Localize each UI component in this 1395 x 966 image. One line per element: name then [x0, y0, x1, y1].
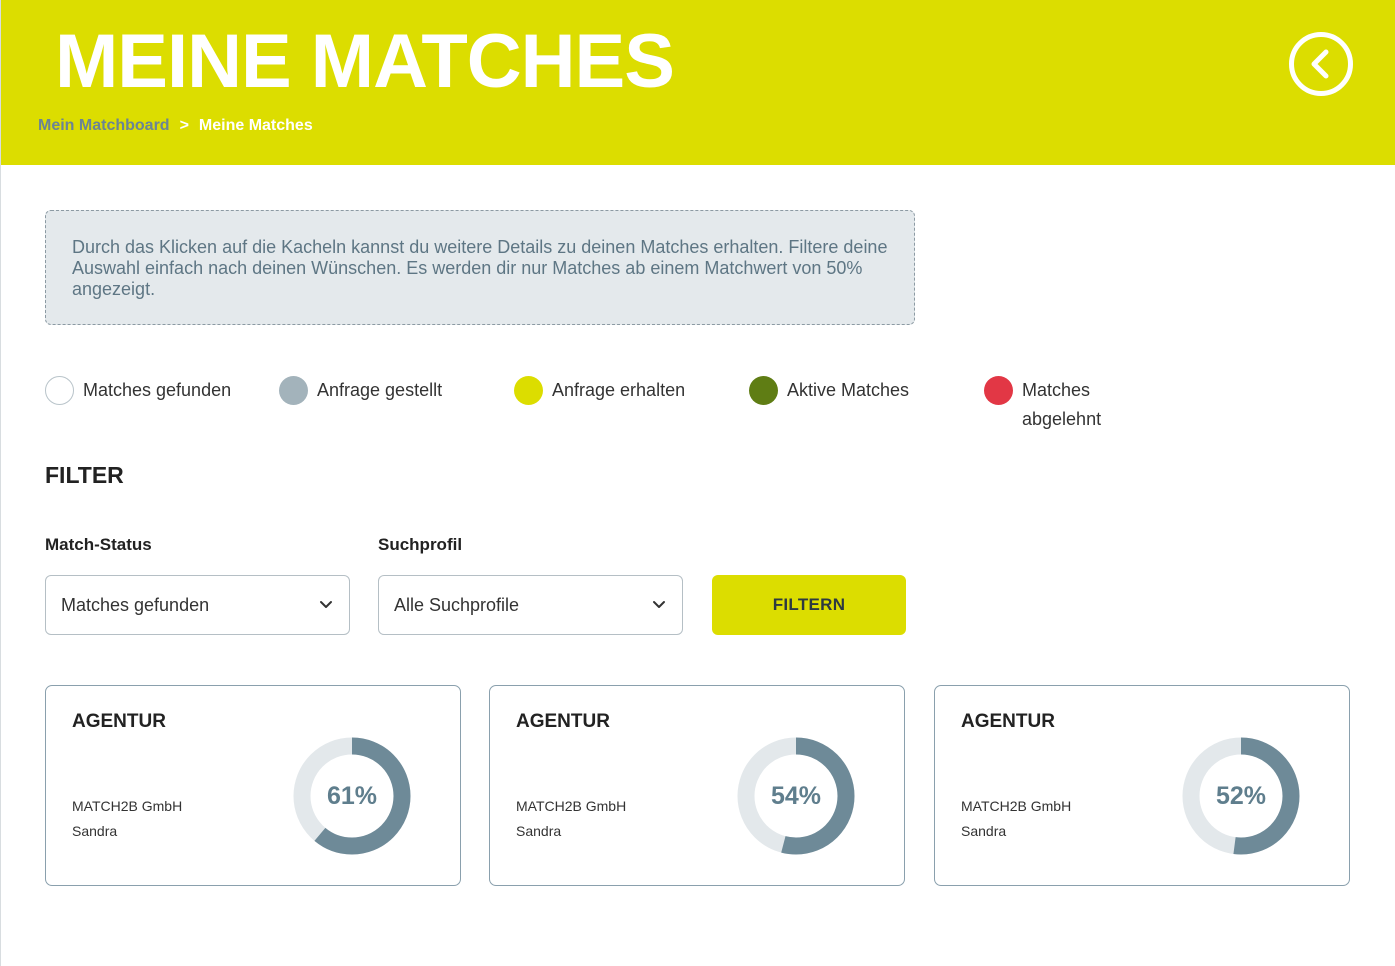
match-card[interactable]: AGENTUR MATCH2B GmbH Sandra 54% — [489, 685, 905, 886]
match-status-label: Match-Status — [45, 535, 152, 554]
legend-label: Anfrage gestellt — [317, 380, 443, 400]
status-dot-icon — [279, 376, 308, 405]
card-person: Sandra — [516, 823, 562, 839]
breadcrumb-link-matchboard[interactable]: Mein Matchboard — [38, 117, 170, 135]
info-text: Durch das Klicken auf die Kacheln kannst… — [72, 237, 888, 299]
status-dot-icon — [514, 376, 543, 405]
match-score-label: 52% — [1215, 781, 1267, 810]
chevron-left-icon — [1311, 49, 1329, 79]
legend-label: Matches gefunden — [83, 380, 232, 400]
status-dot-icon — [749, 376, 778, 405]
breadcrumb-current: Meine Matches — [198, 117, 313, 134]
legend-item-matches-gefunden: Matches gefunden — [45, 376, 231, 405]
legend-label: Matches abgelehnt — [1022, 380, 1102, 429]
status-dot-icon — [45, 376, 74, 405]
legend-label: Anfrage erhalten — [552, 380, 686, 400]
suchprofil-value: Alle Suchprofile — [394, 594, 520, 615]
match-score-label: 61% — [326, 781, 378, 810]
page-title: MEINE MATCHES — [55, 19, 675, 104]
card-type: AGENTUR — [961, 711, 1055, 732]
card-type: AGENTUR — [516, 711, 610, 732]
card-person: Sandra — [72, 823, 118, 839]
chevron-down-icon — [653, 601, 665, 608]
card-person: Sandra — [961, 823, 1007, 839]
filter-heading: FILTER — [45, 462, 124, 488]
breadcrumb: Mein Matchboard > Meine Matches — [38, 117, 313, 135]
card-company: MATCH2B GmbH — [72, 798, 183, 814]
status-dot-icon — [984, 376, 1013, 405]
card-company: MATCH2B GmbH — [516, 798, 627, 814]
suchprofil-select[interactable]: Alle Suchprofile — [378, 575, 683, 635]
filter-button[interactable]: FILTERN — [712, 575, 906, 635]
card-type: AGENTUR — [72, 711, 166, 732]
legend-item-anfrage-gestellt: Anfrage gestellt — [279, 376, 442, 405]
suchprofil-label: Suchprofil — [378, 535, 463, 554]
match-score-label: 54% — [770, 781, 822, 810]
chevron-down-icon — [320, 601, 332, 608]
page-header: MEINE MATCHES Mein Matchboard > Meine Ma… — [1, 0, 1395, 165]
match-status-select[interactable]: Matches gefunden — [45, 575, 350, 635]
match-card[interactable]: AGENTUR MATCH2B GmbH Sandra 52% — [934, 685, 1350, 886]
card-company: MATCH2B GmbH — [961, 798, 1072, 814]
match-card[interactable]: AGENTUR MATCH2B GmbH Sandra 61% — [45, 685, 461, 886]
status-legend: Matches gefunden Anfrage gestellt Anfrag… — [45, 376, 1145, 436]
info-box: Durch das Klicken auf die Kacheln kannst… — [45, 210, 915, 325]
legend-item-anfrage-erhalten: Anfrage erhalten — [514, 376, 685, 405]
legend-item-aktive-matches: Aktive Matches — [749, 376, 909, 405]
back-button[interactable] — [1289, 32, 1353, 96]
legend-label: Aktive Matches — [787, 380, 910, 400]
match-status-value: Matches gefunden — [61, 594, 210, 615]
breadcrumb-separator: > — [179, 117, 189, 134]
legend-item-matches-abgelehnt: Matches abgelehnt — [984, 376, 1124, 434]
